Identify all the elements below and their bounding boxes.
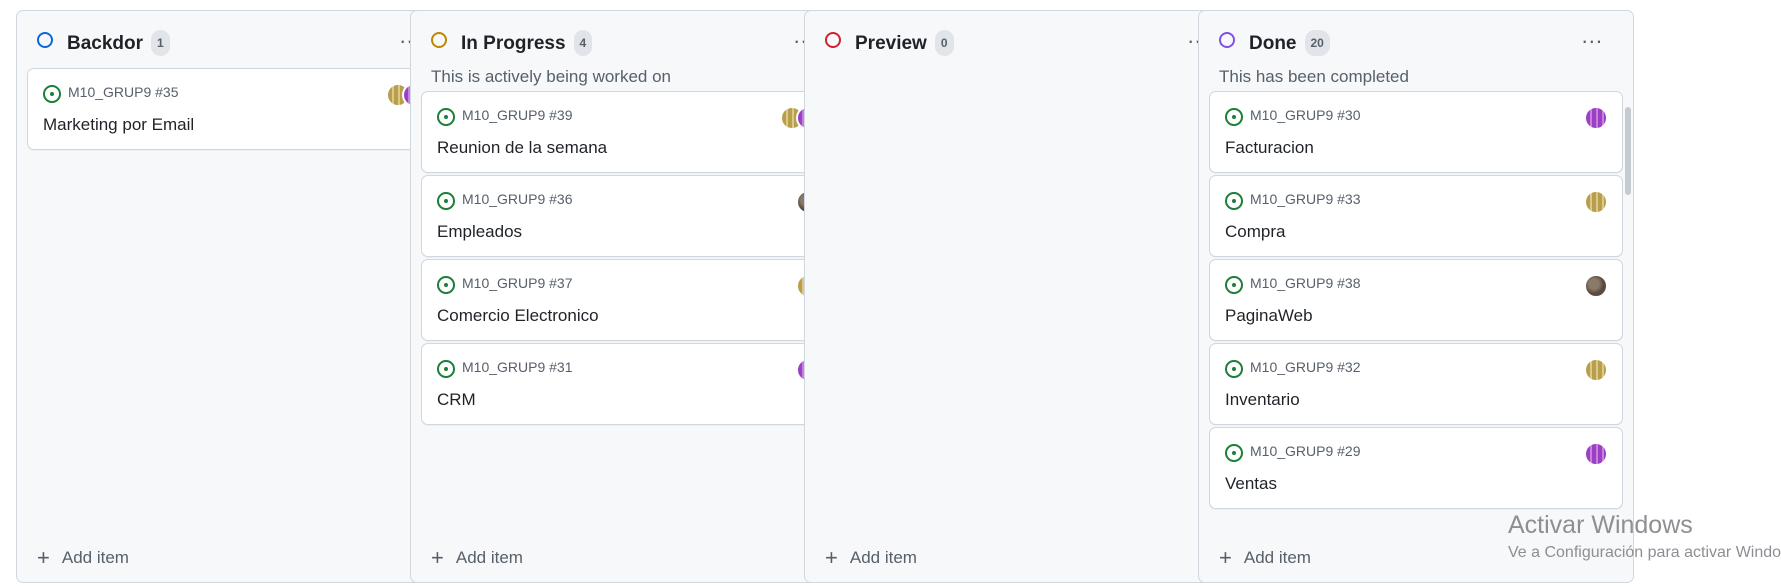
open-issue-icon: [437, 360, 455, 378]
assignee-avatars: [1584, 442, 1608, 466]
open-issue-icon: [1225, 192, 1243, 210]
column-title-text: Preview: [855, 33, 927, 54]
column-title: In Progress 4: [461, 30, 593, 56]
column-count-badge: 0: [934, 30, 954, 56]
avatar-photo[interactable]: [1584, 274, 1608, 298]
add-item-label: Add item: [61, 548, 129, 567]
issue-title[interactable]: PaginaWeb: [1225, 306, 1313, 326]
issue-card[interactable]: M10_GRUP9 #36 Empleados: [421, 175, 835, 257]
assignee-avatars: [1584, 106, 1608, 130]
issue-title[interactable]: Reunion de la semana: [437, 138, 607, 158]
column-title-text: In Progress: [461, 33, 566, 54]
issue-title[interactable]: Empleados: [437, 222, 522, 242]
open-issue-icon: [1225, 360, 1243, 378]
issue-title[interactable]: Facturacion: [1225, 138, 1314, 158]
plus-icon: +: [431, 545, 444, 570]
add-item-button[interactable]: + Add item: [37, 545, 129, 570]
issue-card[interactable]: M10_GRUP9 #37 Comercio Electronico: [421, 259, 835, 341]
issue-reference[interactable]: M10_GRUP9 #39: [462, 107, 573, 123]
add-item-button[interactable]: + Add item: [1219, 545, 1311, 570]
status-circle-icon: [431, 32, 447, 48]
column-title-text: Backdor: [67, 33, 144, 54]
plus-icon: +: [825, 545, 838, 570]
open-issue-icon: [437, 108, 455, 126]
issue-reference[interactable]: M10_GRUP9 #33: [1250, 191, 1361, 207]
issue-card[interactable]: M10_GRUP9 #30 Facturacion: [1209, 91, 1623, 173]
add-item-button[interactable]: + Add item: [431, 545, 523, 570]
plus-icon: +: [1219, 545, 1232, 570]
issue-reference[interactable]: M10_GRUP9 #36: [462, 191, 573, 207]
issue-title[interactable]: Inventario: [1225, 390, 1300, 410]
status-circle-icon: [37, 32, 53, 48]
status-circle-icon: [825, 32, 841, 48]
assignee-avatars: [1584, 190, 1608, 214]
issue-card[interactable]: M10_GRUP9 #29 Ventas: [1209, 427, 1623, 509]
add-item-label: Add item: [1243, 548, 1311, 567]
avatar-yellow-pattern[interactable]: [1584, 358, 1608, 382]
add-item-button[interactable]: + Add item: [825, 545, 917, 570]
column-in-progress: In Progress4...This is actively being wo…: [410, 10, 846, 583]
assignee-avatars: [1584, 274, 1608, 298]
open-issue-icon: [1225, 276, 1243, 294]
issue-reference[interactable]: M10_GRUP9 #30: [1250, 107, 1361, 123]
issue-title[interactable]: Ventas: [1225, 474, 1277, 494]
column-title: Backdor 1: [67, 30, 170, 56]
column-menu-button[interactable]: ...: [1582, 25, 1603, 47]
issue-card[interactable]: M10_GRUP9 #38 PaginaWeb: [1209, 259, 1623, 341]
column-header: Preview0...: [805, 11, 1239, 71]
avatar-purple-pattern[interactable]: [1584, 442, 1608, 466]
column-done: Done 20... This has been completed M10_GRUP…: [1198, 10, 1634, 583]
avatar-purple-pattern[interactable]: [1584, 106, 1608, 130]
issue-card[interactable]: M10_GRUP9 #35 Marketing por Email: [27, 68, 441, 150]
open-issue-icon: [1225, 108, 1243, 126]
issue-reference[interactable]: M10_GRUP9 #31: [462, 359, 573, 375]
issue-card[interactable]: M10_GRUP9 #39 Reunion de la semana: [421, 91, 835, 173]
issue-title[interactable]: Marketing por Email: [43, 115, 194, 135]
issue-reference[interactable]: M10_GRUP9 #32: [1250, 359, 1361, 375]
issue-reference[interactable]: M10_GRUP9 #37: [462, 275, 573, 291]
column-preview: Preview0...+Add item: [804, 10, 1240, 583]
column-header: Done 20...: [1199, 11, 1633, 71]
issue-reference[interactable]: M10_GRUP9 #29: [1250, 443, 1361, 459]
assignee-avatars: [1584, 358, 1608, 382]
issue-card[interactable]: M10_GRUP9 #32 Inventario: [1209, 343, 1623, 425]
column-count-badge: 20: [1304, 30, 1330, 56]
add-item-label: Add item: [849, 548, 917, 567]
issue-card[interactable]: M10_GRUP9 #31 CRM: [421, 343, 835, 425]
column-count-badge: 4: [573, 30, 593, 56]
status-circle-icon: [1219, 32, 1235, 48]
column-title: Preview 0: [855, 30, 954, 56]
avatar-yellow-pattern[interactable]: [1584, 190, 1608, 214]
plus-icon: +: [37, 545, 50, 570]
column-description: This has been completed: [1219, 67, 1409, 86]
column-title-text: Done: [1249, 33, 1297, 54]
add-item-label: Add item: [455, 548, 523, 567]
open-issue-icon: [437, 276, 455, 294]
column-header: Backdor1...: [17, 11, 451, 71]
column-title: Done 20: [1249, 30, 1330, 56]
open-issue-icon: [1225, 444, 1243, 462]
issue-card[interactable]: M10_GRUP9 #33 Compra: [1209, 175, 1623, 257]
issue-title[interactable]: CRM: [437, 390, 476, 410]
issue-reference[interactable]: M10_GRUP9 #38: [1250, 275, 1361, 291]
issue-title[interactable]: Compra: [1225, 222, 1285, 242]
column-description: This is actively being worked on: [431, 67, 672, 86]
open-issue-icon: [437, 192, 455, 210]
column-header: In Progress4...: [411, 11, 845, 71]
column-scrollbar[interactable]: [1625, 107, 1631, 195]
issue-reference[interactable]: M10_GRUP9 #35: [68, 84, 179, 100]
column-count-badge: 1: [151, 30, 170, 56]
open-issue-icon: [43, 85, 61, 103]
column-backdor: Backdor1...M10_GRUP9 #35Marketing por Em…: [16, 10, 452, 583]
issue-title[interactable]: Comercio Electronico: [437, 306, 599, 326]
